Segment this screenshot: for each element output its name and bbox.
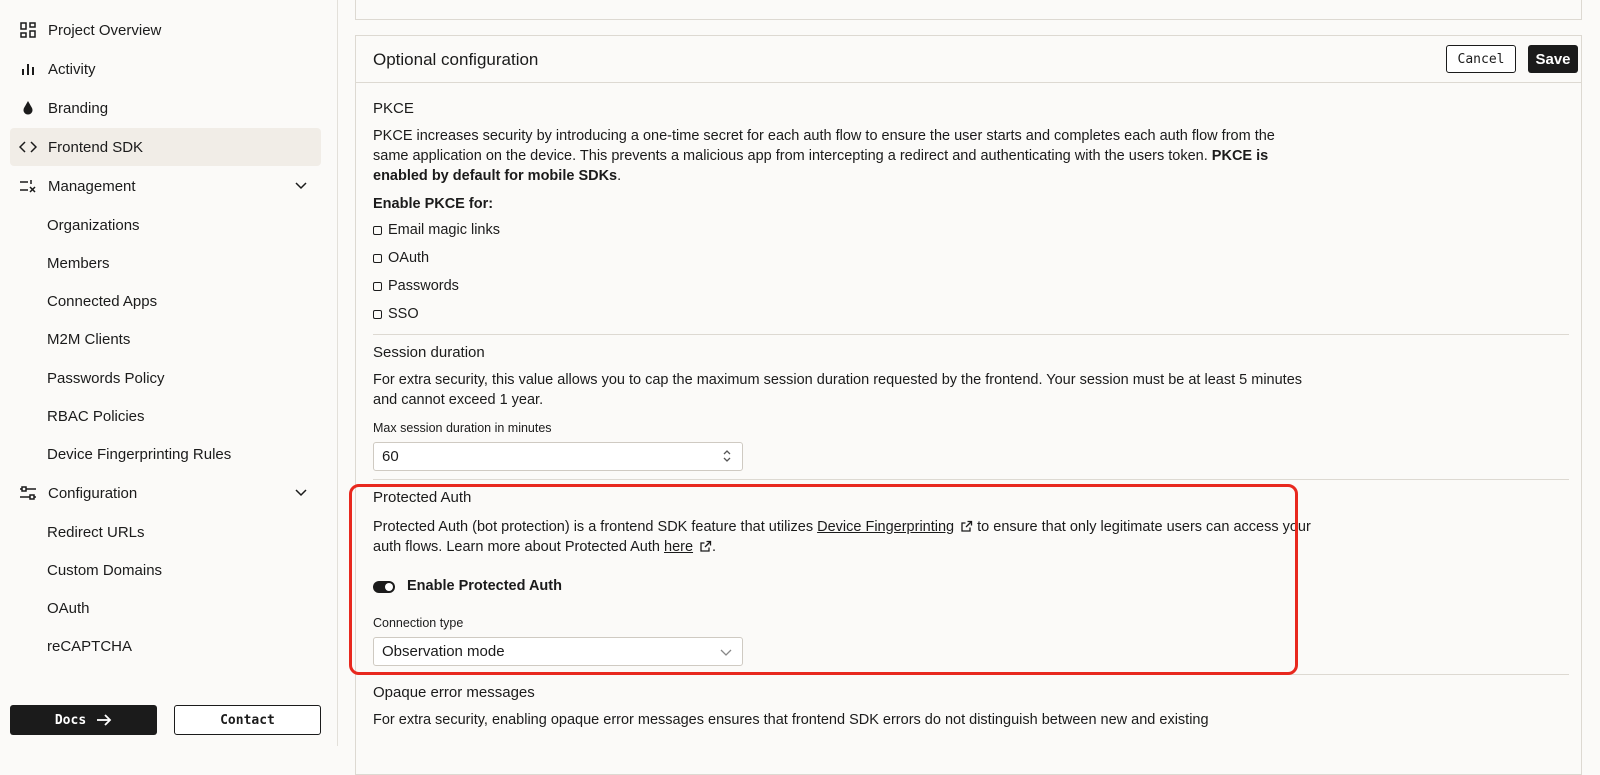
external-link-icon [700,540,712,552]
sidebar-item-branding[interactable]: Branding [10,89,321,127]
sidebar-item-label: Frontend SDK [48,138,144,156]
arrow-right-icon [97,714,112,726]
chevron-down-icon [720,649,732,656]
divider [373,334,1569,335]
max-session-duration-input[interactable]: 60 [373,442,743,471]
chevron-down-icon[interactable] [293,178,309,194]
pkce-description: PKCE increases security by introducing a… [373,128,1275,184]
sidebar-item-label: Management [48,177,136,195]
sidebar-item-connected-apps[interactable]: Connected Apps [47,292,157,312]
card-header: Optional configuration Cancel Save [356,36,1581,83]
sidebar-item-label: Activity [48,60,96,78]
sidebar-item-rbac-policies[interactable]: RBAC Policies [47,407,145,427]
session-duration-title: Session duration [373,344,485,361]
sidebar-item-project-overview[interactable]: Project Overview [10,11,321,49]
save-button[interactable]: Save [1528,45,1578,73]
sidebar-item-organizations[interactable]: Organizations [47,216,140,236]
sidebar-item-recaptcha[interactable]: reCAPTCHA [47,637,132,657]
sidebar-item-label: Project Overview [48,21,162,39]
sidebar-item-device-fingerprinting-rules[interactable]: Device Fingerprinting Rules [47,445,231,465]
checkbox[interactable] [373,281,382,291]
contact-button[interactable]: Contact [174,705,321,735]
sidebar-item-configuration[interactable]: Configuration [10,474,321,512]
sidebar-item-members[interactable]: Members [47,254,110,274]
pkce-option-email-magic-links[interactable]: Email magic links [373,222,500,238]
enable-protected-auth-label: Enable Protected Auth [407,578,562,594]
protected-auth-description: Protected Auth (bot protection) is a fro… [373,519,1311,555]
sidebar-item-management[interactable]: Management [10,167,321,205]
checkbox[interactable] [373,309,382,319]
divider [373,479,1569,480]
sidebar-item-label: Configuration [48,484,138,502]
sidebar-item-frontend-sdk[interactable]: Frontend SDK [10,128,321,166]
pkce-enable-for-label: Enable PKCE for: [373,196,494,212]
divider [373,674,1569,675]
sidebar-item-activity[interactable]: Activity [10,50,321,88]
device-fingerprinting-link[interactable]: Device Fingerprinting [817,519,954,535]
sidebar-item-redirect-urls[interactable]: Redirect URLs [47,523,145,543]
session-duration-description: For extra security, this value allows yo… [373,372,1303,408]
sidebar: Project Overview Activity Branding Front… [0,0,338,746]
previous-card [355,0,1582,20]
max-session-label: Max session duration in minutes [373,421,552,435]
pkce-title: PKCE [373,100,414,117]
checkbox[interactable] [373,225,382,235]
pkce-option-passwords[interactable]: Passwords [373,278,459,294]
protected-auth-title: Protected Auth [373,489,472,506]
checkbox[interactable] [373,253,382,263]
opaque-error-description: For extra security, enabling opaque erro… [373,712,1209,728]
sidebar-item-oauth[interactable]: OAuth [47,599,90,619]
connection-type-label: Connection type [373,616,464,630]
sidebar-item-passwords-policy[interactable]: Passwords Policy [47,369,165,389]
management-icon [18,176,38,196]
sidebar-item-custom-domains[interactable]: Custom Domains [47,561,162,581]
card-title: Optional configuration [373,50,539,69]
code-icon [18,137,38,157]
optional-configuration-card: Optional configuration Cancel Save PKCE … [355,35,1582,775]
bar-chart-icon [18,59,38,79]
enable-protected-auth-toggle[interactable] [373,581,395,593]
external-link-icon [961,520,973,532]
protected-auth-here-link[interactable]: here [664,539,693,555]
cancel-button[interactable]: Cancel [1446,45,1516,73]
pkce-option-sso[interactable]: SSO [373,306,419,322]
paint-drop-icon [18,98,38,118]
sliders-icon [18,483,38,503]
docs-button[interactable]: Docs [10,705,157,735]
stepper-icon[interactable] [722,448,732,464]
sidebar-item-label: Branding [48,99,109,117]
chevron-down-icon[interactable] [293,485,309,501]
sidebar-item-m2m-clients[interactable]: M2M Clients [47,330,130,350]
connection-type-select[interactable]: Observation mode [373,637,743,666]
pkce-option-oauth[interactable]: OAuth [373,250,429,266]
grid-icon [18,20,38,40]
opaque-error-title: Opaque error messages [373,684,535,701]
